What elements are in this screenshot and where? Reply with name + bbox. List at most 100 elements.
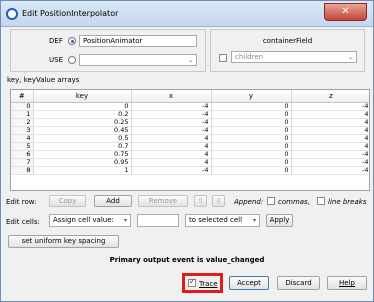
y-cell[interactable]: 0 [211, 118, 292, 127]
z-cell[interactable]: -4 [291, 166, 369, 175]
x-cell[interactable]: 4 [131, 158, 212, 167]
def-label: DEF [49, 37, 63, 45]
row-index: 0 [11, 102, 34, 111]
x-cell[interactable]: 4 [131, 142, 212, 151]
key-cell[interactable]: 0.7 [33, 142, 132, 151]
z-cell[interactable]: -4 [291, 102, 369, 111]
table-row[interactable]: 3 0.45 -4 0 4 [11, 126, 369, 135]
arrays-section-label: key, keyValue arrays [7, 76, 80, 84]
discard-button[interactable]: Discard [277, 276, 320, 290]
x-cell[interactable]: -4 [131, 102, 212, 111]
container-field-select[interactable]: children ⌄ [231, 51, 357, 63]
row-index: 5 [11, 142, 34, 151]
column-header[interactable]: key [33, 90, 132, 103]
table-row[interactable]: 8 1 -4 0 -4 [11, 166, 369, 175]
key-cell[interactable]: 0.5 [33, 134, 132, 143]
uniform-key-spacing-button[interactable]: set uniform key spacing [8, 235, 119, 248]
key-cell[interactable]: 0.95 [33, 158, 132, 167]
chevron-down-icon: ▾ [123, 217, 127, 224]
status-text: Primary output event is value_changed [109, 256, 265, 264]
def-use-panel: DEF PositionAnimator USE ⌄ [10, 29, 206, 72]
def-name-input[interactable]: PositionAnimator [79, 35, 197, 47]
y-cell[interactable]: 0 [211, 134, 292, 143]
edit-cells-label: Edit cells: [6, 218, 40, 226]
row-index: 3 [11, 126, 34, 135]
row-index: 8 [11, 166, 34, 175]
y-cell[interactable]: 0 [211, 166, 292, 175]
apply-button[interactable]: Apply [266, 214, 293, 227]
row-index: 7 [11, 158, 34, 167]
trace-label[interactable]: Trace [199, 280, 218, 288]
z-cell[interactable]: -4 [291, 150, 369, 159]
edit-dialog-window: Edit PositionInterpolator ✕ DEF Position… [0, 0, 374, 302]
assign-select[interactable]: Assign cell value: ▾ [49, 214, 131, 227]
table-row[interactable]: 0 0 -4 0 -4 [11, 102, 369, 111]
key-cell[interactable]: 0 [33, 102, 132, 111]
def-radio[interactable] [68, 37, 76, 45]
column-header[interactable]: z [291, 90, 369, 103]
window-title: Edit PositionInterpolator [22, 9, 119, 18]
z-cell[interactable]: -4 [291, 158, 369, 167]
move-down-icon[interactable]: ⇩ [212, 195, 225, 207]
chevron-down-icon: ⌄ [187, 57, 193, 64]
key-cell[interactable]: 0.75 [33, 150, 132, 159]
y-cell[interactable]: 0 [211, 158, 292, 167]
z-cell[interactable]: 4 [291, 118, 369, 127]
y-cell[interactable]: 0 [211, 126, 292, 135]
z-cell[interactable]: 4 [291, 126, 369, 135]
container-field-checkbox[interactable] [219, 54, 227, 62]
accept-button[interactable]: Accept [229, 276, 269, 290]
x-cell[interactable]: 4 [131, 150, 212, 159]
z-cell[interactable]: 4 [291, 142, 369, 151]
container-field-value: children [235, 53, 264, 61]
move-up-icon[interactable]: ⇧ [194, 195, 207, 207]
column-header[interactable]: x [131, 90, 212, 103]
close-icon[interactable]: ✕ [324, 3, 367, 21]
x-cell[interactable]: -4 [131, 118, 212, 127]
y-cell[interactable]: 0 [211, 102, 292, 111]
column-header[interactable]: # [11, 90, 34, 103]
chevron-down-icon: ⌄ [347, 54, 353, 61]
key-cell[interactable]: 1 [33, 166, 132, 175]
table-header-row: # key x y z [11, 90, 369, 103]
append-label: Append: [234, 198, 264, 206]
table-row[interactable]: 1 0.2 -4 0 4 [11, 110, 369, 119]
column-header[interactable]: y [211, 90, 292, 103]
commas-label: commas, [278, 198, 310, 206]
x-cell[interactable]: 4 [131, 134, 212, 143]
y-cell[interactable]: 0 [211, 150, 292, 159]
table-row[interactable]: 7 0.95 4 0 -4 [11, 158, 369, 167]
add-button[interactable]: Add [94, 195, 132, 207]
trace-checkbox[interactable] [188, 277, 196, 287]
table-row[interactable]: 5 0.7 4 0 4 [11, 142, 369, 151]
z-cell[interactable]: 4 [291, 134, 369, 143]
table-row[interactable]: 6 0.75 4 0 -4 [11, 150, 369, 159]
line-breaks-checkbox[interactable] [317, 197, 325, 205]
x-cell[interactable]: -4 [131, 166, 212, 175]
y-cell[interactable]: 0 [211, 142, 292, 151]
use-radio[interactable] [68, 56, 76, 64]
table-row[interactable]: 4 0.5 4 0 4 [11, 134, 369, 143]
x-cell[interactable]: -4 [131, 126, 212, 135]
table-row[interactable]: 2 0.25 -4 0 4 [11, 118, 369, 127]
x-cell[interactable]: -4 [131, 110, 212, 119]
use-select[interactable]: ⌄ [79, 54, 197, 66]
commas-checkbox[interactable] [267, 197, 275, 205]
y-cell[interactable]: 0 [211, 110, 292, 119]
use-label: USE [49, 56, 63, 64]
line-breaks-label: line breaks [328, 198, 367, 206]
cell-value-input[interactable] [137, 214, 179, 227]
help-button[interactable]: Help [327, 276, 367, 290]
key-cell[interactable]: 0.25 [33, 118, 132, 127]
edit-row-label: Edit row: [6, 198, 37, 206]
key-cell[interactable]: 0.2 [33, 110, 132, 119]
copy-button[interactable]: Copy [49, 195, 86, 207]
row-index: 4 [11, 134, 34, 143]
container-field-panel: containerField children ⌄ [210, 29, 365, 72]
row-index: 2 [11, 118, 34, 127]
key-cell[interactable]: 0.45 [33, 126, 132, 135]
z-cell[interactable]: 4 [291, 110, 369, 119]
remove-button[interactable]: Remove [138, 195, 188, 207]
target-select[interactable]: to selected cell ▾ [185, 214, 260, 227]
row-index: 6 [11, 150, 34, 159]
